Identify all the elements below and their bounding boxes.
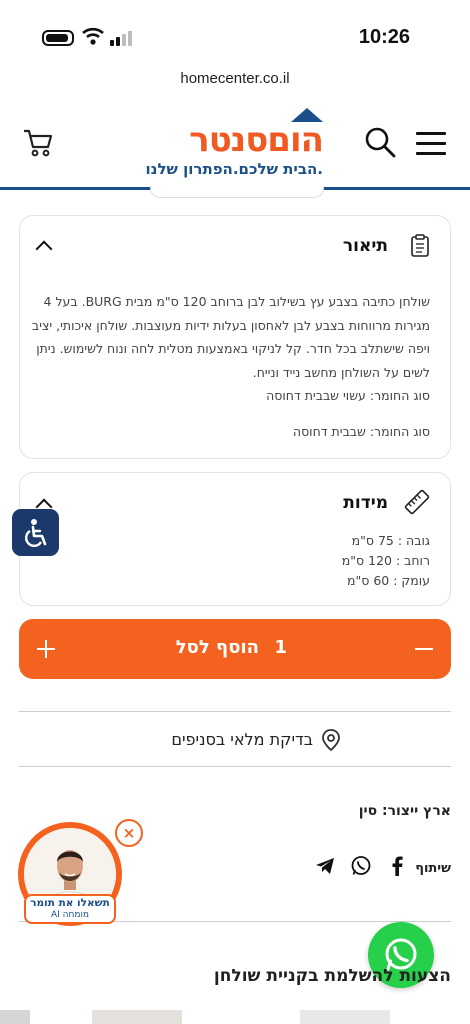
wifi-icon (82, 27, 104, 45)
location-pin-icon (322, 729, 340, 752)
wheelchair-icon (24, 518, 46, 547)
description-title: תיאור (342, 236, 388, 256)
description-paragraph: שולחן כתיבה בצבע עץ בשילוב לבן ברוחב 120… (31, 294, 430, 380)
ai-expert-title: תשאלו את תומר (30, 897, 110, 909)
product-thumbnail[interactable] (300, 1010, 390, 1024)
dimension-item: רוחב : 120 ס"מ (341, 553, 430, 568)
ai-expert-subtitle: AI מומחה (50, 910, 90, 920)
dimensions-list: גובה : 75 ס"מ רוחב : 120 ס"מ עומק : 60 ס… (342, 531, 430, 591)
stock-check-link[interactable]: בדיקת מלאי בסניפים (0, 728, 470, 754)
product-thumbnails (0, 1010, 470, 1024)
whatsapp-share-icon[interactable] (350, 855, 372, 877)
homecenter-logo[interactable]: הוםסנטר הבית שלכם.הפתרון שלנו. (145, 106, 324, 181)
divider (19, 711, 451, 712)
ruler-icon (404, 489, 430, 519)
accessibility-button[interactable] (12, 509, 59, 556)
header-tab (150, 186, 324, 198)
quantity-value: 1 (274, 637, 287, 658)
signal-icon (110, 30, 132, 46)
dimensions-section: מידות גובה : 75 ס"מ רוחב : 120 ס"מ עומק … (19, 472, 451, 606)
close-ai-widget-button[interactable]: × (115, 819, 143, 847)
facebook-icon[interactable] (386, 855, 408, 877)
logo-text: הוםסנטר (189, 120, 324, 160)
chevron-up-icon[interactable] (35, 240, 53, 258)
description-paragraph: סוג החומר: עשוי שבבית דחוסה (266, 388, 430, 403)
description-section: תיאור שולחן כתיבה בצבע עץ בשילוב לבן ברו… (19, 215, 451, 459)
dimension-item: גובה : 75 ס"מ (351, 533, 430, 548)
add-to-cart-button[interactable]: הוסף לסל (176, 637, 259, 658)
material-text: סוג החומר: שבבית דחוסה (292, 423, 430, 439)
dimensions-title: מידות (343, 493, 388, 513)
share-label: שיתוף (415, 861, 451, 876)
search-icon[interactable] (364, 126, 396, 162)
share-icons (314, 855, 408, 877)
status-bar: 10:26 (0, 0, 470, 70)
battery-icon (42, 30, 74, 46)
product-thumbnail[interactable] (0, 1010, 30, 1024)
origin-country: ארץ ייצור: סין (358, 803, 451, 819)
logo-tagline: הבית שלכם.הפתרון שלנו. (145, 160, 324, 178)
add-to-cart-bar: 1 הוסף לסל (19, 619, 451, 679)
ai-expert-label: תשאלו את תומר AI מומחה (24, 894, 116, 924)
product-thumbnail[interactable] (92, 1010, 182, 1024)
telegram-icon[interactable] (314, 855, 336, 877)
status-time: 10:26 (358, 26, 410, 48)
description-text: שולחן כתיבה בצבע עץ בשילוב לבן ברוחב 120… (30, 290, 430, 443)
cart-icon[interactable] (22, 128, 54, 162)
dimension-item: עומק : 60 ס"מ (347, 573, 430, 588)
complete-purchase-title: הצעות להשלמת בקניית שולחן (213, 966, 451, 986)
divider (19, 766, 451, 767)
menu-icon[interactable] (416, 132, 446, 155)
decrease-quantity-button[interactable] (415, 648, 433, 650)
site-header: הוםסנטר הבית שלכם.הפתרון שלנו. (0, 96, 470, 190)
stock-check-label: בדיקת מלאי בסניפים (171, 730, 313, 749)
clipboard-icon (410, 234, 430, 262)
ai-expert-widget[interactable]: תשאלו את תומר AI מומחה (18, 822, 122, 926)
increase-quantity-button[interactable] (37, 640, 55, 658)
url-bar[interactable]: homecenter.co.il (0, 70, 470, 96)
